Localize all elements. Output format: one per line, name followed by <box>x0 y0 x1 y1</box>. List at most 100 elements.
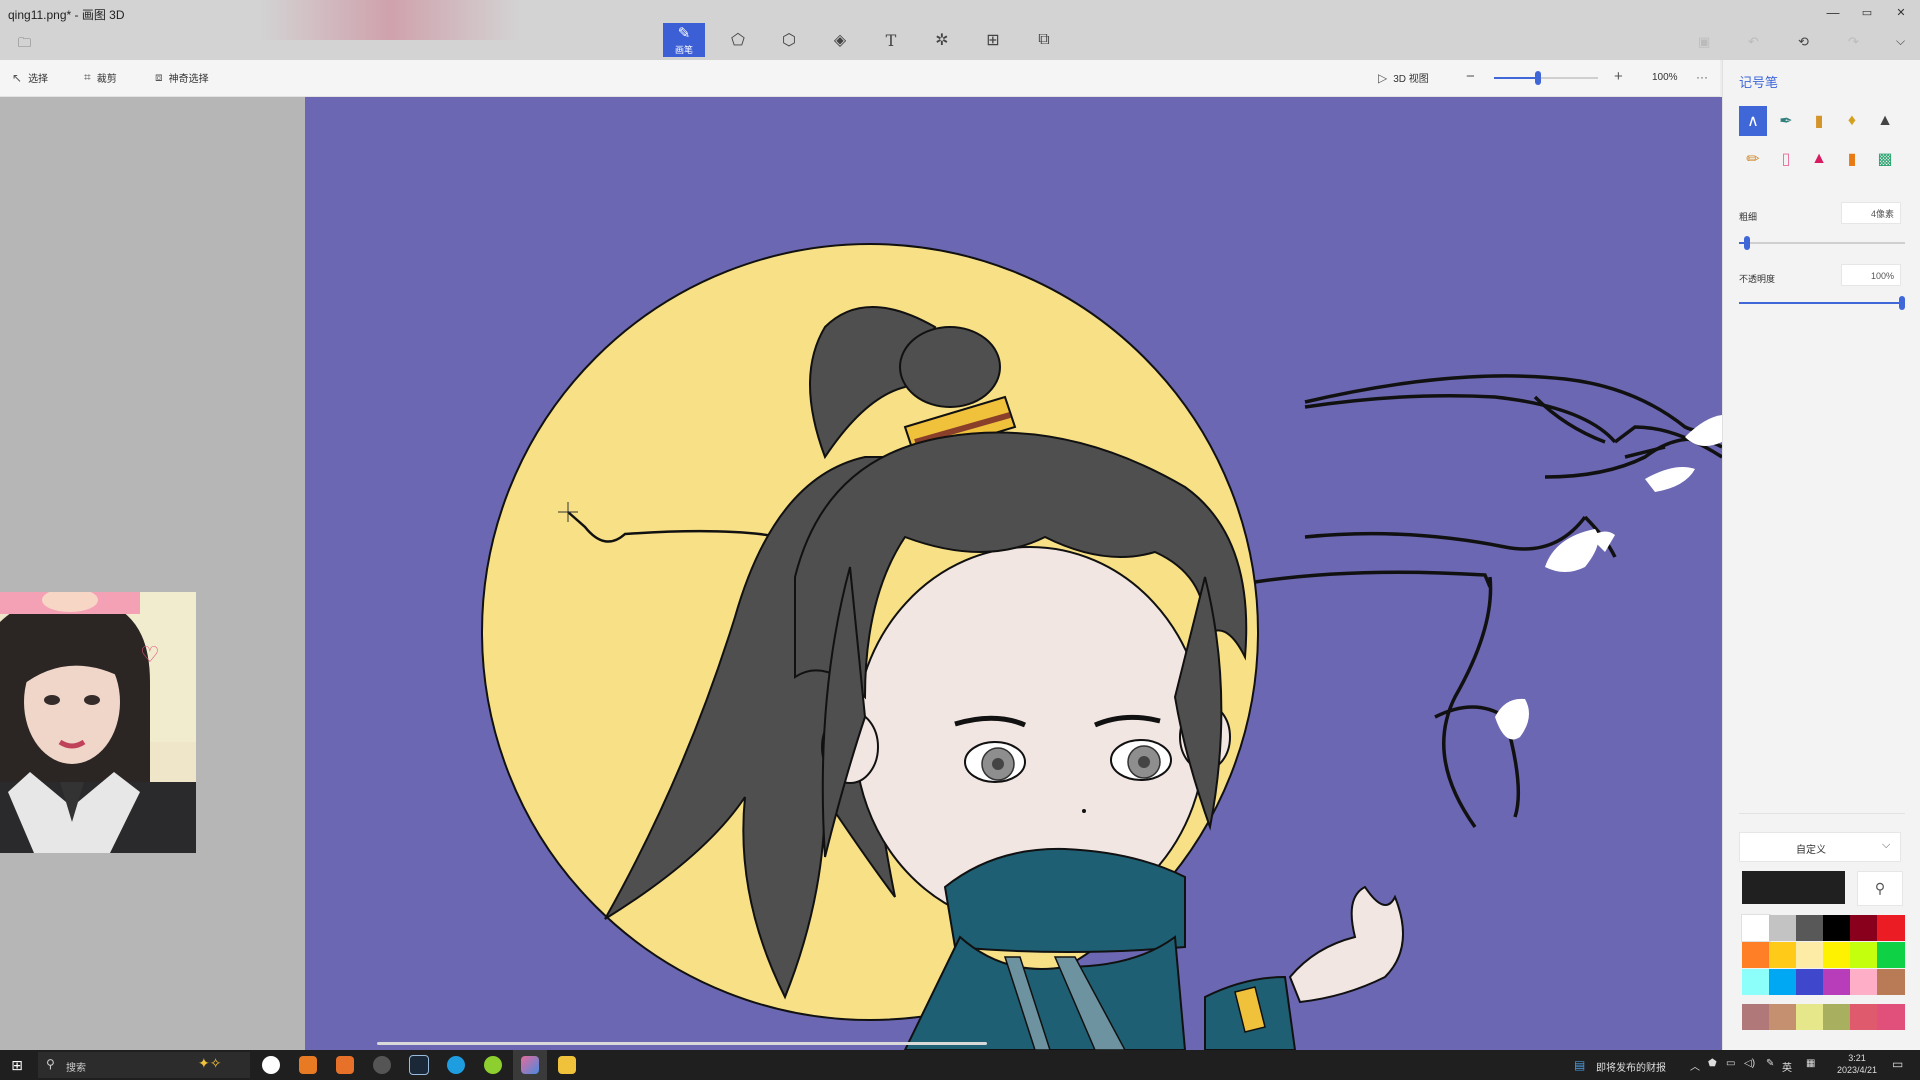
spray-can-icon: ▮ <box>1847 151 1857 168</box>
palette-swatch[interactable] <box>1850 969 1878 995</box>
palette-swatch[interactable] <box>1742 1004 1770 1030</box>
network-icon[interactable]: ▭ <box>1726 1058 1735 1069</box>
taskbar-app-2[interactable] <box>291 1050 325 1080</box>
brush-watercolor[interactable]: ♦ <box>1838 106 1866 136</box>
taskbar-app-1[interactable] <box>254 1050 288 1080</box>
taskbar-app-4[interactable] <box>365 1050 399 1080</box>
webcam-image: ♡ <box>0 592 196 853</box>
keyboard-icon[interactable]: ▦ <box>1806 1058 1815 1069</box>
palette-swatch[interactable] <box>1877 942 1905 968</box>
clock[interactable]: 3:21 2023/4/21 <box>1832 1052 1882 1076</box>
palette-swatch[interactable] <box>1742 942 1770 968</box>
pen-icon[interactable]: ✎ <box>1766 1058 1774 1069</box>
redo-icon[interactable]: ↷ <box>1848 34 1859 50</box>
brush-pencil[interactable]: ✏ <box>1739 144 1767 174</box>
brush-fill[interactable]: ▩ <box>1871 144 1899 174</box>
mode-brushes-button[interactable]: ✎ 画笔 <box>663 23 705 57</box>
select-button[interactable]: ↖ 选择 <box>12 70 49 86</box>
brush-spray[interactable]: ▮ <box>1838 144 1866 174</box>
palette-swatch[interactable] <box>1742 969 1770 995</box>
brush-marker[interactable]: ∧ <box>1739 106 1767 136</box>
zoom-slider-thumb[interactable] <box>1535 71 1541 85</box>
mode-effects-button[interactable]: ✲ <box>921 23 963 57</box>
view-3d-button[interactable]: ▷ 3D 视图 <box>1378 70 1429 86</box>
palette-swatch[interactable] <box>1796 915 1824 941</box>
paste-icon[interactable]: ▣ <box>1698 34 1710 50</box>
taskbar-app-5[interactable] <box>402 1050 436 1080</box>
taskbar-app-7[interactable] <box>476 1050 510 1080</box>
palette-swatch[interactable] <box>1769 942 1797 968</box>
taskbar-app-6[interactable] <box>439 1050 473 1080</box>
magic-select-button[interactable]: ⧈ 神奇选择 <box>155 70 209 85</box>
color-mode-dropdown[interactable]: 自定义 ⌵ <box>1739 832 1901 862</box>
opacity-field[interactable]: 100% <box>1841 264 1901 286</box>
palette-swatch[interactable] <box>1823 969 1851 995</box>
blossoms <box>1495 415 1722 740</box>
notification-icon[interactable]: ▭ <box>1892 1057 1903 1071</box>
maximize-button[interactable]: ▭ <box>1852 4 1882 22</box>
minimize-button[interactable]: — <box>1818 4 1848 22</box>
taskbar-app-3[interactable] <box>328 1050 362 1080</box>
more-options-button[interactable]: ··· <box>1696 70 1708 84</box>
ime-indicator[interactable]: 英 <box>1782 1059 1792 1074</box>
palette-swatch[interactable] <box>1823 1004 1851 1030</box>
opacity-slider-thumb[interactable] <box>1899 296 1905 310</box>
zoom-out-button[interactable]: − <box>1466 68 1475 85</box>
webcam-overlay: ♡ <box>0 592 196 853</box>
brush-pixel-pen[interactable]: ▲ <box>1871 106 1899 136</box>
thickness-label: 粗细 <box>1739 212 1758 222</box>
history-icon[interactable]: ⟲ <box>1798 34 1809 50</box>
mode-canvas-button[interactable]: ⊞ <box>972 23 1014 57</box>
undo-icon[interactable]: ↶ <box>1748 34 1759 50</box>
palette-swatch[interactable] <box>1769 969 1797 995</box>
current-color-swatch[interactable] <box>1742 871 1845 904</box>
taskbar-app-paint3d[interactable] <box>513 1050 547 1080</box>
mode-3d-library-button[interactable]: ⧉ <box>1023 23 1065 57</box>
palette-swatch[interactable] <box>1850 915 1878 941</box>
mode-3d-shapes-button[interactable]: ⬡ <box>768 23 810 57</box>
close-button[interactable]: ✕ <box>1886 4 1916 22</box>
palette-swatch[interactable] <box>1769 1004 1797 1030</box>
volume-icon[interactable]: ◁) <box>1744 1058 1755 1069</box>
chevron-down-icon: ⌵ <box>1882 839 1891 851</box>
taskbar-app-9[interactable] <box>550 1050 584 1080</box>
pencil-icon: ✏ <box>1746 151 1760 168</box>
mode-2d-shapes-button[interactable]: ⬠ <box>717 23 759 57</box>
palette-swatch[interactable] <box>1877 969 1905 995</box>
zoom-in-button[interactable]: + <box>1614 68 1623 85</box>
palette-swatch[interactable] <box>1850 1004 1878 1030</box>
taskbar-search[interactable]: ⚲ 搜索 ✦✧ <box>38 1052 250 1078</box>
news-widget[interactable]: 即将发布的财报 <box>1596 1059 1666 1074</box>
brush-oil[interactable]: ▮ <box>1805 106 1833 136</box>
thickness-slider-thumb[interactable] <box>1744 236 1750 250</box>
brush-eraser[interactable]: ▯ <box>1772 144 1800 174</box>
palette-swatch[interactable] <box>1741 914 1771 942</box>
drawing-canvas[interactable] <box>305 97 1722 1050</box>
brush-calligraphy-pen[interactable]: ✒ <box>1772 106 1800 136</box>
mode-text-button[interactable]: T <box>870 23 912 57</box>
eyedropper-button[interactable]: ⚲ <box>1857 871 1903 906</box>
crop-button[interactable]: ⌗ 裁剪 <box>84 70 117 85</box>
select-label: 选择 <box>28 74 49 85</box>
palette-swatch[interactable] <box>1823 942 1851 968</box>
tray-app-icon[interactable]: ⬟ <box>1708 1058 1717 1069</box>
palette-swatch[interactable] <box>1769 915 1797 941</box>
sparkle-icon: ✦✧ <box>198 1055 222 1071</box>
zoom-level[interactable]: 100% <box>1652 72 1678 83</box>
palette-swatch[interactable] <box>1850 942 1878 968</box>
mode-stickers-button[interactable]: ◈ <box>819 23 861 57</box>
menu-folder-icon[interactable]: 🗀 <box>18 34 31 56</box>
palette-swatch[interactable] <box>1877 915 1905 941</box>
palette-swatch[interactable] <box>1796 1004 1824 1030</box>
chevron-down-icon[interactable]: ⌵ <box>1896 34 1905 49</box>
tray-chevron-icon[interactable]: ︿ <box>1690 1058 1700 1073</box>
palette-swatch[interactable] <box>1796 942 1824 968</box>
horizontal-scrollbar[interactable] <box>377 1042 987 1045</box>
palette-swatch[interactable] <box>1877 1004 1905 1030</box>
palette-swatch[interactable] <box>1823 915 1851 941</box>
thickness-field[interactable]: 4像素 <box>1841 202 1901 224</box>
start-button[interactable]: ⊞ <box>0 1050 34 1080</box>
canvas-icon: ⊞ <box>986 32 1000 49</box>
brush-crayon[interactable]: ▲ <box>1805 144 1833 174</box>
palette-swatch[interactable] <box>1796 969 1824 995</box>
